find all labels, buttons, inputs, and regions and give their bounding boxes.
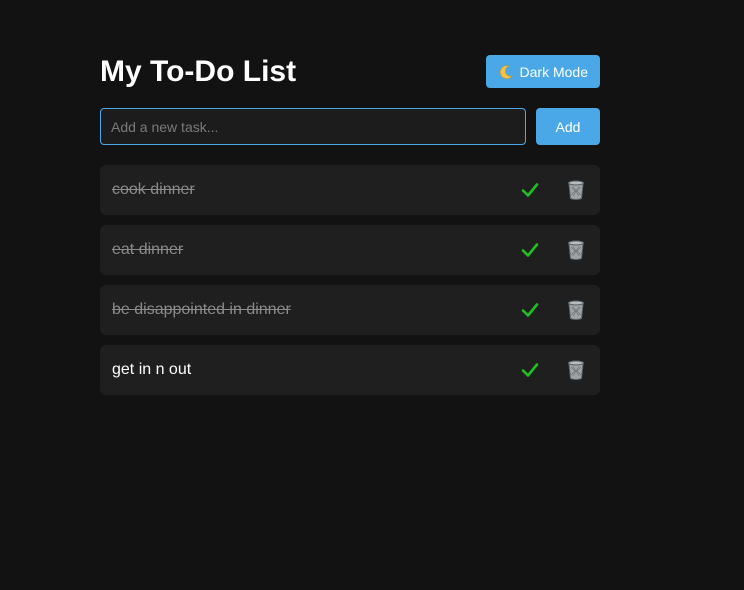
checkmark-icon: [521, 363, 539, 377]
delete-task-button[interactable]: [564, 238, 588, 262]
todo-app: My To-Do List Dark Mode Add cook dinner: [100, 55, 600, 405]
trash-icon: [568, 360, 584, 380]
checkmark-icon: [521, 303, 539, 317]
trash-icon: [568, 180, 584, 200]
new-task-row: Add: [100, 108, 600, 145]
complete-task-button[interactable]: [518, 178, 542, 202]
trash-icon: [568, 300, 584, 320]
complete-task-button[interactable]: [518, 238, 542, 262]
header: My To-Do List Dark Mode: [100, 55, 600, 88]
moon-icon: [498, 64, 514, 80]
delete-task-button[interactable]: [564, 178, 588, 202]
task-actions: [496, 298, 588, 322]
task-text[interactable]: eat dinner: [112, 241, 496, 259]
task-text[interactable]: get in n out: [112, 361, 496, 379]
dark-mode-label: Dark Mode: [519, 63, 588, 80]
complete-task-button[interactable]: [518, 298, 542, 322]
trash-icon: [568, 240, 584, 260]
page-title: My To-Do List: [100, 55, 297, 88]
task-text[interactable]: be disappointed in dinner: [112, 301, 496, 319]
task-item: get in n out: [100, 345, 600, 395]
task-actions: [496, 358, 588, 382]
task-item: cook dinner: [100, 165, 600, 215]
task-text[interactable]: cook dinner: [112, 181, 496, 199]
dark-mode-toggle-button[interactable]: Dark Mode: [485, 55, 600, 88]
task-list: cook dinner eat dinner be disappointed i…: [100, 165, 600, 395]
complete-task-button[interactable]: [518, 358, 542, 382]
checkmark-icon: [521, 183, 539, 197]
add-task-button[interactable]: Add: [536, 108, 600, 145]
checkmark-icon: [521, 243, 539, 257]
delete-task-button[interactable]: [564, 358, 588, 382]
task-actions: [496, 238, 588, 262]
new-task-input[interactable]: [100, 108, 526, 145]
task-item: eat dinner: [100, 225, 600, 275]
delete-task-button[interactable]: [564, 298, 588, 322]
task-actions: [496, 178, 588, 202]
task-item: be disappointed in dinner: [100, 285, 600, 335]
